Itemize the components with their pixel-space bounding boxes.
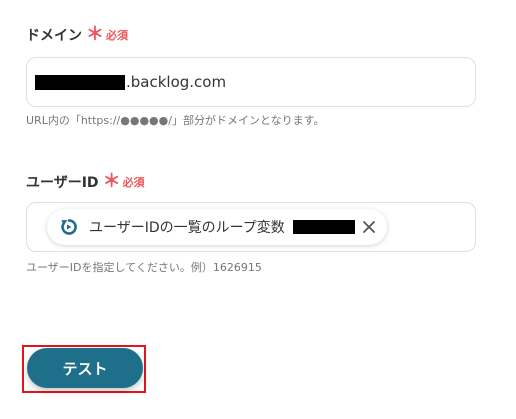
domain-hint: URL内の「https://●●●●●/」部分がドメインとなります。 bbox=[26, 114, 325, 127]
loop-variable-chip[interactable]: ユーザーIDの一覧のループ変数 bbox=[47, 209, 387, 245]
userid-field-label: ユーザーID ＊ 必須 bbox=[26, 172, 145, 192]
required-asterisk: ＊ bbox=[102, 171, 121, 192]
domain-label-text: ドメイン bbox=[26, 28, 82, 44]
chip-label: ユーザーIDの一覧のループ変数 bbox=[89, 220, 285, 236]
domain-field-label: ドメイン ＊ 必須 bbox=[26, 25, 128, 45]
redacted-subdomain bbox=[35, 74, 125, 90]
userid-input[interactable]: ユーザーIDの一覧のループ変数 bbox=[26, 202, 476, 252]
redacted-variable-name bbox=[292, 220, 355, 234]
form-page: ドメイン ＊ 必須 .backlog.com URL内の「https://●●●… bbox=[0, 0, 516, 419]
loop-icon bbox=[61, 219, 77, 235]
userid-label-text: ユーザーID bbox=[26, 175, 99, 191]
required-asterisk: ＊ bbox=[86, 24, 104, 45]
domain-input[interactable]: .backlog.com bbox=[26, 57, 476, 107]
required-badge: 必須 bbox=[106, 29, 128, 42]
domain-suffix-text: .backlog.com bbox=[126, 73, 227, 91]
close-icon[interactable] bbox=[361, 219, 377, 235]
test-button[interactable]: テスト bbox=[27, 348, 143, 388]
required-badge: 必須 bbox=[122, 176, 145, 189]
userid-hint: ユーザーIDを指定してください。例）1626915 bbox=[26, 261, 262, 274]
